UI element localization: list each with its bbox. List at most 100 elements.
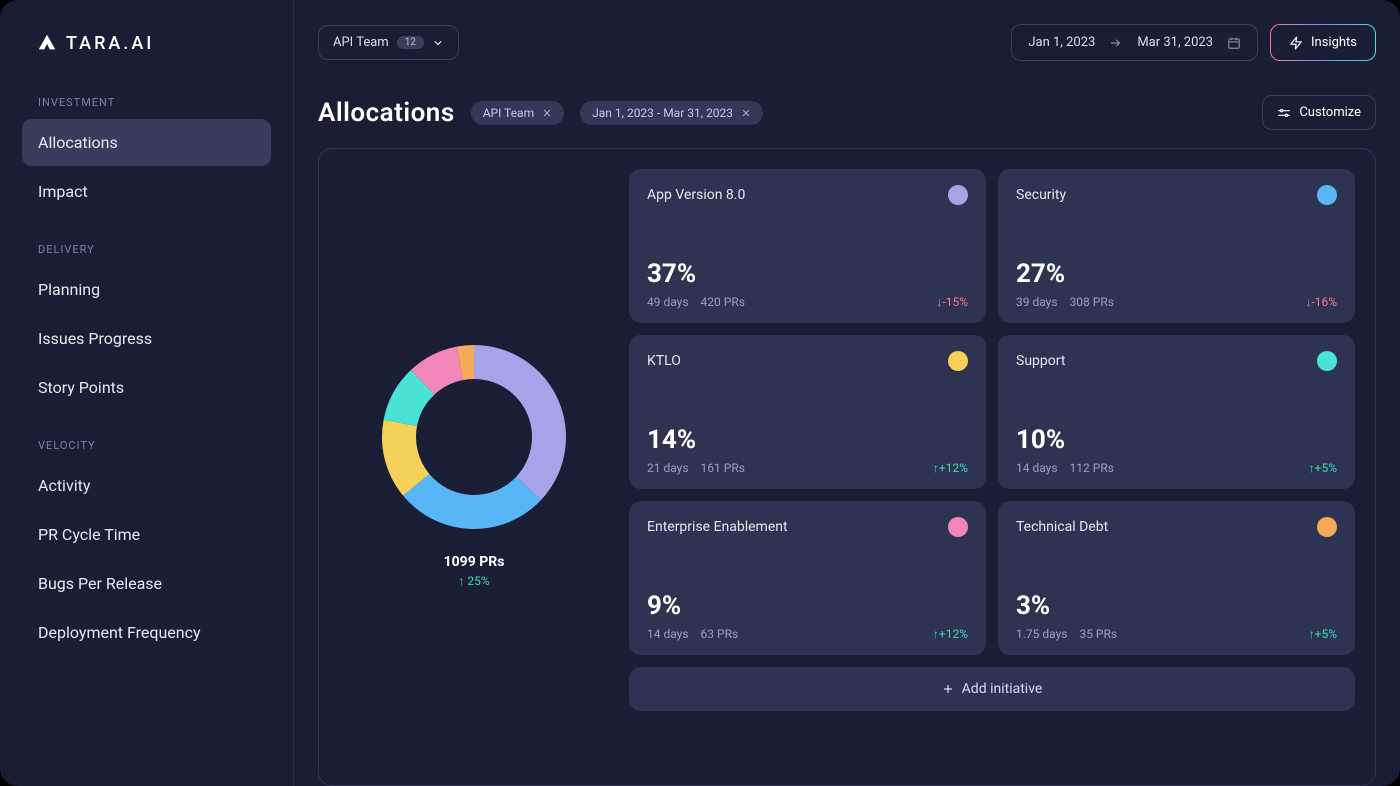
nav-section-label: INVESTMENT [22, 96, 271, 119]
donut-change: ↑ 25% [444, 574, 505, 588]
card-percentage: 14% [647, 425, 968, 455]
nav-section-label: VELOCITY [22, 439, 271, 462]
donut-slice[interactable] [403, 474, 541, 529]
card-percentage: 9% [647, 591, 968, 621]
donut-caption: 1099 PRs ↑ 25% [444, 554, 505, 588]
page-title: Allocations [318, 98, 455, 128]
brand-logo: TARA.AI [22, 32, 271, 54]
card-prs: 35 PRs [1079, 627, 1117, 641]
team-name: API Team [333, 35, 389, 50]
card-title: Technical Debt [1016, 519, 1108, 535]
card-color-dot [948, 517, 968, 537]
card-prs: 112 PRs [1070, 461, 1114, 475]
card-change: ↑+5% [1309, 461, 1337, 475]
card-change: ↑+5% [1309, 627, 1337, 641]
card-percentage: 27% [1016, 259, 1337, 289]
sliders-icon [1277, 106, 1291, 120]
card-title: Security [1016, 187, 1066, 203]
allocation-card[interactable]: App Version 8.0 37% 49 days 420 PRs ↓-15% [629, 169, 986, 323]
card-title: Support [1016, 353, 1065, 369]
chevron-down-icon [432, 37, 444, 49]
brand-logo-icon [36, 32, 58, 54]
chip-label: Jan 1, 2023 - Mar 31, 2023 [592, 106, 733, 120]
card-color-dot [1317, 351, 1337, 371]
date-to: Mar 31, 2023 [1137, 35, 1213, 50]
nav-section-label: DELIVERY [22, 243, 271, 266]
card-change: ↑+12% [933, 627, 968, 641]
card-prs: 161 PRs [701, 461, 745, 475]
main: API Team 12 Jan 1, 2023 Mar 31, 2023 Ins… [294, 0, 1400, 786]
card-color-dot [948, 351, 968, 371]
insights-button[interactable]: Insights [1270, 24, 1376, 61]
card-change: ↑+12% [933, 461, 968, 475]
card-color-dot [1317, 517, 1337, 537]
card-days: 21 days [647, 461, 689, 475]
nav-section-delivery: DELIVERY Planning Issues Progress Story … [22, 243, 271, 413]
card-prs: 420 PRs [701, 295, 745, 309]
card-percentage: 10% [1016, 425, 1337, 455]
filter-chip-daterange[interactable]: Jan 1, 2023 - Mar 31, 2023 [580, 101, 763, 125]
team-count-badge: 12 [397, 36, 424, 49]
card-title: App Version 8.0 [647, 187, 745, 203]
cards-column: App Version 8.0 37% 49 days 420 PRs ↓-15% Sec… [629, 169, 1355, 761]
card-percentage: 3% [1016, 591, 1337, 621]
add-initiative-button[interactable]: Add initiative [629, 667, 1355, 711]
card-title: Enterprise Enablement [647, 519, 788, 535]
filter-chip-team[interactable]: API Team [471, 101, 564, 125]
card-days: 14 days [647, 627, 689, 641]
plus-icon [942, 683, 954, 695]
card-percentage: 37% [647, 259, 968, 289]
date-range-picker[interactable]: Jan 1, 2023 Mar 31, 2023 [1011, 24, 1258, 61]
donut-total: 1099 PRs [444, 554, 505, 570]
nav-section-investment: INVESTMENT Allocations Impact [22, 96, 271, 217]
customize-label: Customize [1299, 105, 1361, 120]
allocation-card[interactable]: Enterprise Enablement 9% 14 days 63 PRs ↑+12… [629, 501, 986, 655]
arrow-right-icon [1109, 36, 1123, 50]
calendar-icon [1227, 36, 1241, 50]
card-title: KTLO [647, 353, 681, 369]
page-header: Allocations API Team Jan 1, 2023 - Mar 3… [318, 95, 1376, 130]
card-days: 49 days [647, 295, 689, 309]
nav-issues-progress[interactable]: Issues Progress [22, 315, 271, 362]
nav-pr-cycle-time[interactable]: PR Cycle Time [22, 511, 271, 558]
customize-button[interactable]: Customize [1262, 95, 1376, 130]
nav-impact[interactable]: Impact [22, 168, 271, 215]
card-color-dot [948, 185, 968, 205]
insights-label: Insights [1311, 35, 1357, 50]
card-change: ↓-15% [936, 295, 968, 309]
card-days: 1.75 days [1016, 627, 1067, 641]
nav-allocations[interactable]: Allocations [22, 119, 271, 166]
allocation-card[interactable]: Security 27% 39 days 308 PRs ↓-16% [998, 169, 1355, 323]
nav-section-velocity: VELOCITY Activity PR Cycle Time Bugs Per… [22, 439, 271, 658]
card-grid: App Version 8.0 37% 49 days 420 PRs ↓-15% Sec… [629, 169, 1355, 655]
allocation-card[interactable]: Support 10% 14 days 112 PRs ↑+5% [998, 335, 1355, 489]
app-root: TARA.AI INVESTMENT Allocations Impact DE… [0, 0, 1400, 786]
team-selector[interactable]: API Team 12 [318, 25, 459, 60]
donut-chart-wrap: 1099 PRs ↑ 25% [339, 169, 609, 761]
close-icon[interactable] [741, 108, 751, 118]
allocation-card[interactable]: KTLO 14% 21 days 161 PRs ↑+12% [629, 335, 986, 489]
card-prs: 308 PRs [1070, 295, 1114, 309]
donut-chart [379, 342, 569, 532]
sidebar: TARA.AI INVESTMENT Allocations Impact DE… [0, 0, 294, 786]
topbar: API Team 12 Jan 1, 2023 Mar 31, 2023 Ins… [318, 24, 1376, 61]
card-change: ↓-16% [1305, 295, 1337, 309]
date-from: Jan 1, 2023 [1028, 35, 1095, 50]
card-prs: 63 PRs [701, 627, 739, 641]
allocation-card[interactable]: Technical Debt 3% 1.75 days 35 PRs ↑+5% [998, 501, 1355, 655]
card-days: 14 days [1016, 461, 1058, 475]
nav-planning[interactable]: Planning [22, 266, 271, 313]
close-icon[interactable] [542, 108, 552, 118]
bolt-icon [1289, 36, 1303, 50]
nav-activity[interactable]: Activity [22, 462, 271, 509]
add-initiative-label: Add initiative [962, 681, 1043, 697]
allocations-panel: 1099 PRs ↑ 25% App Version 8.0 37% 49 days… [318, 148, 1376, 786]
nav-bugs-per-release[interactable]: Bugs Per Release [22, 560, 271, 607]
nav-story-points[interactable]: Story Points [22, 364, 271, 411]
card-days: 39 days [1016, 295, 1058, 309]
chip-label: API Team [483, 106, 534, 120]
card-color-dot [1317, 185, 1337, 205]
brand-name: TARA.AI [66, 33, 154, 54]
nav-deployment-frequency[interactable]: Deployment Frequency [22, 609, 271, 656]
donut-slice[interactable] [474, 345, 566, 500]
